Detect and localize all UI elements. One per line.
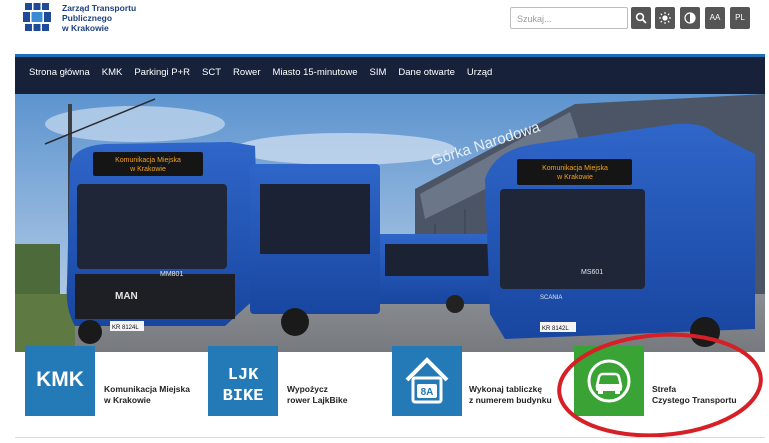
annotation-circle — [557, 332, 763, 438]
divider — [15, 437, 765, 438]
